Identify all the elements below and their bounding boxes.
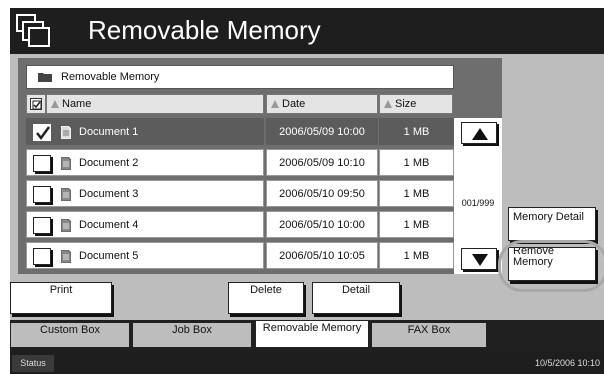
file-date: 2006/05/09 10:10 (266, 149, 378, 176)
datetime-display: 10/5/2006 10:10 (534, 358, 600, 368)
file-date: 2006/05/10 09:50 (266, 180, 378, 207)
path-label: Removable Memory (61, 71, 160, 83)
checkbox-icon (32, 100, 42, 110)
row-checkbox[interactable] (33, 186, 51, 203)
file-date: 2006/05/10 10:00 (266, 211, 378, 238)
column-header-date-label: Date (282, 98, 306, 110)
file-size: 1 MB (379, 180, 454, 207)
status-bar: Status 10/5/2006 10:10 (10, 352, 604, 374)
detail-button[interactable]: Detail (312, 282, 400, 314)
row-checkbox[interactable] (33, 124, 51, 141)
scroll-down-button[interactable] (461, 248, 497, 270)
column-header-size[interactable]: Size (379, 94, 453, 114)
folder-icon (38, 73, 52, 82)
file-list-panel: Removable Memory Name Date Size Document… (18, 58, 502, 274)
document-icon (61, 126, 71, 139)
file-name: Document 2 (79, 157, 139, 169)
row-checkbox[interactable] (33, 155, 51, 172)
tab-removable-memory[interactable]: Removable Memory (255, 320, 369, 348)
sort-arrow-icon (384, 100, 392, 108)
tab-fax-box[interactable]: FAX Box (371, 322, 487, 348)
delete-button[interactable]: Delete (228, 282, 304, 314)
document-icon (61, 250, 71, 263)
tab-custom-box[interactable]: Custom Box (10, 322, 130, 348)
file-name: Document 1 (79, 126, 139, 138)
tab-job-box[interactable]: Job Box (132, 322, 252, 348)
checkmark-icon (36, 126, 51, 141)
column-header-date[interactable]: Date (266, 94, 378, 114)
title-bar: Removable Memory (10, 8, 604, 54)
document-icon (61, 188, 71, 201)
column-header-size-label: Size (395, 98, 417, 110)
scroll-controls: 001/999 (454, 118, 502, 274)
print-button[interactable]: Print (10, 282, 112, 314)
file-size: 1 MB (379, 118, 454, 145)
file-date: 2006/05/09 10:00 (266, 118, 378, 145)
file-name: Document 5 (79, 250, 139, 262)
file-name: Document 4 (79, 219, 139, 231)
file-date: 2006/05/10 10:05 (266, 242, 378, 269)
scroll-up-button[interactable] (461, 122, 497, 144)
path-field: Removable Memory (26, 65, 454, 89)
screen: Removable Memory Removable Memory Name D… (0, 0, 604, 374)
row-checkbox[interactable] (33, 248, 51, 265)
scroll-up-icon (472, 128, 488, 140)
file-size: 1 MB (379, 211, 454, 238)
page-indicator: 001/999 (461, 198, 495, 208)
status-button[interactable]: Status (12, 355, 54, 372)
document-icon (61, 157, 71, 170)
removable-box-icon (16, 14, 50, 47)
column-header-name[interactable]: Name (46, 94, 264, 114)
page-title: Removable Memory (88, 15, 321, 45)
sort-arrow-icon (271, 100, 279, 108)
tab-bar: Custom Box Job Box Removable Memory FAX … (10, 320, 604, 352)
select-all-checkbox[interactable] (26, 94, 46, 114)
highlight-ring (498, 240, 604, 292)
column-header-name-label: Name (62, 98, 92, 110)
file-size: 1 MB (379, 242, 454, 269)
main-panel: Removable Memory Name Date Size Document… (10, 54, 604, 320)
document-icon (61, 219, 71, 232)
memory-detail-button[interactable]: Memory Detail (508, 207, 596, 241)
scroll-down-icon (472, 254, 488, 266)
row-checkbox[interactable] (33, 217, 51, 234)
file-name: Document 3 (79, 188, 139, 200)
sort-arrow-icon (51, 100, 59, 108)
file-size: 1 MB (379, 149, 454, 176)
